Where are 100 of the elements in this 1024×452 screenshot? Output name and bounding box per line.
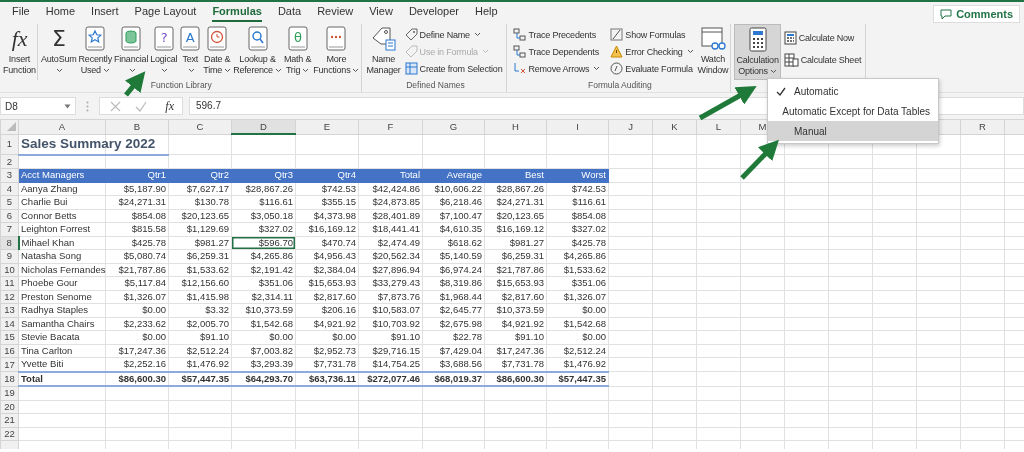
clock-book-icon [206,26,229,52]
ribbon-button[interactable]: ? Logical [149,24,179,80]
table-cell: $17,247.36 [496,344,544,356]
check-icon[interactable] [135,100,147,112]
tag-icon [404,45,418,58]
question-book-icon: ? [152,26,175,52]
ribbon-button[interactable]: fx Insert Function [2,24,38,80]
table-cell: $6,974.24 [439,263,482,275]
select-all-icon[interactable] [7,121,16,131]
sheet-title: Sales Summary 2022 [21,135,156,151]
ribbon-button[interactable]: Trace Dependents [510,43,604,60]
ribbon-button[interactable]: θ Math & Trig [282,24,313,80]
table-cell: $10,373.59 [496,304,544,316]
ribbon-button[interactable]: Name Manager [365,24,402,80]
ribbon-button[interactable]: Recently Used [77,24,113,80]
table-cell: $1,542.68 [250,317,293,329]
ribbon-button[interactable]: Evaluate Formula [607,60,697,77]
table-cell: $116.61 [572,196,606,208]
table-cell: $1,476.92 [186,358,229,370]
column-header[interactable]: E [323,120,331,132]
column-header[interactable]: I [576,120,579,132]
column-header[interactable]: F [387,120,394,132]
ribbon-tab[interactable]: Developer [408,2,459,22]
ribbon-tab[interactable]: Home [45,2,76,22]
table-cell: $0.00 [582,331,606,343]
table-cell: Phoebe Gour [21,277,78,289]
ribbon-button[interactable]: Remove Arrows [510,60,604,77]
ribbon-button[interactable]: Trace Precedents [510,26,604,43]
ribbon-tab[interactable]: Page Layout [134,2,197,22]
table-cell: $18,441.41 [372,223,420,235]
table-cell: $3.32 [205,304,229,316]
ribbon-tab[interactable]: Review [317,2,354,22]
table-cell: $3,293.39 [250,358,293,370]
ribbon-button[interactable]: Define Name [401,26,506,43]
ribbon-button[interactable]: Create from Selection [401,60,506,77]
caret-icon [64,103,71,109]
menu-item[interactable]: Manual [768,121,938,141]
table-cell: $0.00 [332,331,356,343]
database-book-icon [120,26,143,52]
table-cell: $24,873.85 [372,196,420,208]
table-cell: $42,424.86 [372,182,420,194]
table-cell: $27,896.94 [372,263,420,275]
ribbon-tab[interactable]: View [369,2,393,22]
table-cell: Samantha Chairs [21,317,95,329]
table-cell: $2,645.77 [439,304,482,316]
comments-button[interactable]: Comments [933,5,1020,23]
table-cell: $742.53 [571,182,606,194]
column-header[interactable]: K [671,120,678,132]
ribbon-button[interactable]: A Text [178,24,203,80]
table-cell: $4,921.92 [313,317,356,329]
table-cell: $2,005.70 [186,317,229,329]
column-header[interactable]: H [512,120,519,132]
ribbon-button[interactable]: Date & Time [202,24,233,80]
ribbon-button[interactable]: Lookup & Reference [232,24,283,80]
magnifier-book-icon [246,26,269,52]
table-cell: $63,736.11 [308,372,356,384]
ribbon-button[interactable]: Σ AutoSum [39,24,78,80]
ribbon-button[interactable]: Error Checking [607,43,697,60]
table-cell: $6,259.31 [186,250,229,262]
table-cell: $17,247.36 [118,344,166,356]
table-cell: $22.78 [452,331,482,343]
column-header[interactable]: G [449,120,458,132]
group-label: Function Library [149,80,213,90]
ribbon-button[interactable]: Calculate Now [780,30,865,46]
insert-function-button[interactable]: fx [165,98,174,114]
theta-book-icon: θ [286,26,309,52]
cancel-icon[interactable] [110,100,121,112]
ribbon-button[interactable]: Financial [112,24,150,80]
ribbon-tab[interactable]: Help [475,2,498,22]
column-header[interactable]: M [758,120,767,132]
ribbon-button[interactable]: More Functions [312,24,361,80]
table-cell: $4,610.35 [439,223,482,235]
column-header[interactable]: D [260,120,267,132]
column-header[interactable]: L [715,120,722,132]
column-header[interactable]: C [196,120,204,132]
table-cell: $6,218.46 [439,196,482,208]
ribbon-tab[interactable]: Insert [91,2,119,22]
table-cell: Charlie Bui [21,196,68,208]
ribbon-tab[interactable]: File [12,2,30,22]
header-cell: Best [525,169,544,181]
column-header[interactable]: B [133,120,141,132]
table-cell: Leighton Forrest [21,223,91,235]
ribbon-button[interactable]: Calculate Sheet [780,52,865,68]
column-header[interactable]: J [628,120,633,132]
name-box[interactable]: D8 [0,97,76,115]
ribbon-tab[interactable]: Data [277,2,302,22]
column-header[interactable]: R [979,120,986,132]
table-cell: $29,716.15 [372,344,420,356]
ribbon-button[interactable]: Watch Window [696,24,730,80]
column-header[interactable]: A [58,120,66,132]
table-cell: $57,447.35 [181,372,229,384]
table-cell: Connor Betts [21,209,77,221]
ribbon-button[interactable]: Show Formulas [607,26,697,43]
trace-icon [513,28,527,41]
ribbon-button[interactable]: Calculation Options [734,24,781,80]
sheet-calculator-icon [783,53,799,67]
table-cell: $2,252.16 [123,358,166,370]
table-cell: $425.78 [131,236,166,248]
table-cell: Mihael Khan [21,236,75,248]
table-cell: $3,688.56 [439,358,482,370]
